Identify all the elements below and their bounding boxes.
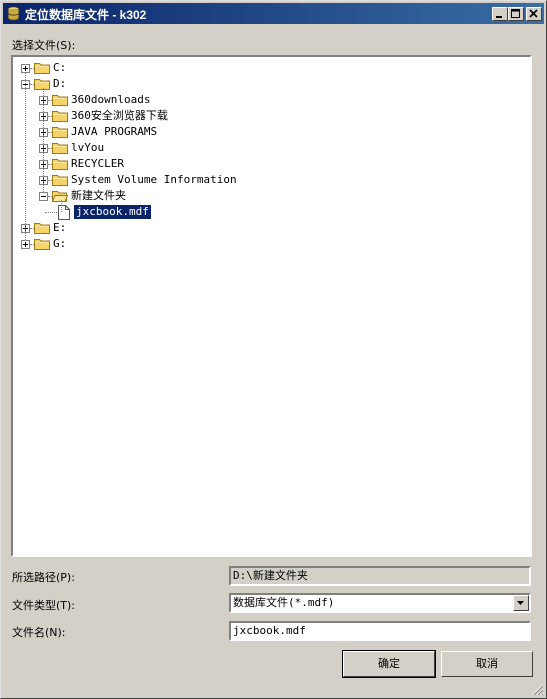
cancel-button[interactable]: 取消	[441, 651, 533, 677]
folder-icon	[34, 237, 50, 250]
tree-node-label: C:	[53, 61, 67, 74]
collapse-icon[interactable]	[39, 192, 48, 201]
maximize-button[interactable]	[508, 7, 524, 21]
tree-node-label: 360downloads	[71, 93, 151, 106]
tree-node-label: E:	[53, 221, 67, 234]
window-title: 定位数据库文件 - k302	[25, 8, 147, 22]
file-name-input[interactable]: jxcbook.mdf	[229, 621, 531, 641]
tree-connector	[45, 212, 57, 213]
folder-icon	[52, 125, 68, 138]
tree-node-label: RECYCLER	[71, 157, 124, 170]
select-file-label: 选择文件(S):	[12, 39, 76, 52]
tree-connector	[25, 72, 26, 240]
folder-icon	[52, 93, 68, 106]
tree-connector	[61, 200, 62, 212]
close-button[interactable]	[526, 7, 542, 21]
tree-node-label: 新建文件夹	[71, 189, 126, 202]
maximize-icon	[511, 9, 520, 18]
file-name-label: 文件名(N):	[12, 626, 66, 639]
file-type-label: 文件类型(T):	[12, 599, 76, 612]
close-icon	[529, 9, 538, 18]
expand-icon[interactable]	[21, 240, 30, 249]
dialog-window: 定位数据库文件 - k302 选择文件(S): C: D: 360downloads…	[0, 0, 547, 699]
ok-button[interactable]: 确定	[342, 650, 436, 678]
resize-grip-icon[interactable]	[531, 683, 544, 696]
minimize-icon	[496, 16, 502, 18]
tree-node-label: lvYou	[71, 141, 105, 154]
dropdown-button[interactable]	[513, 595, 529, 611]
tree-connector	[43, 88, 44, 192]
folder-icon	[52, 173, 68, 186]
tree-node-label: jxcbook.mdf	[73, 204, 152, 220]
title-bar[interactable]: 定位数据库文件 - k302	[3, 3, 544, 24]
folder-icon	[34, 221, 50, 234]
folder-icon	[34, 61, 50, 74]
file-icon	[57, 205, 73, 220]
folder-icon	[52, 109, 68, 122]
chevron-down-icon	[517, 601, 524, 605]
path-label: 所选路径(P):	[12, 571, 75, 584]
file-type-select[interactable]: 数据库文件(*.mdf)	[229, 593, 531, 613]
tree-node-label: JAVA PROGRAMS	[71, 125, 158, 138]
folder-icon	[34, 77, 50, 90]
database-icon	[7, 6, 20, 21]
tree-node-label: G:	[53, 237, 67, 250]
file-tree[interactable]: C: D: 360downloads 360安全浏览器下载 JAVA PROGRAMS l…	[11, 55, 532, 557]
file-type-value: 数据库文件(*.mdf)	[233, 596, 335, 609]
path-field: D:\新建文件夹	[229, 566, 531, 586]
folder-icon	[52, 141, 68, 154]
folder-icon	[52, 157, 68, 170]
tree-node-label: D:	[53, 77, 67, 90]
minimize-button[interactable]	[492, 7, 508, 21]
tree-node-label: 360安全浏览器下载	[71, 109, 168, 122]
folder-open-icon	[51, 189, 69, 202]
tree-node-label: System Volume Information	[71, 173, 237, 186]
